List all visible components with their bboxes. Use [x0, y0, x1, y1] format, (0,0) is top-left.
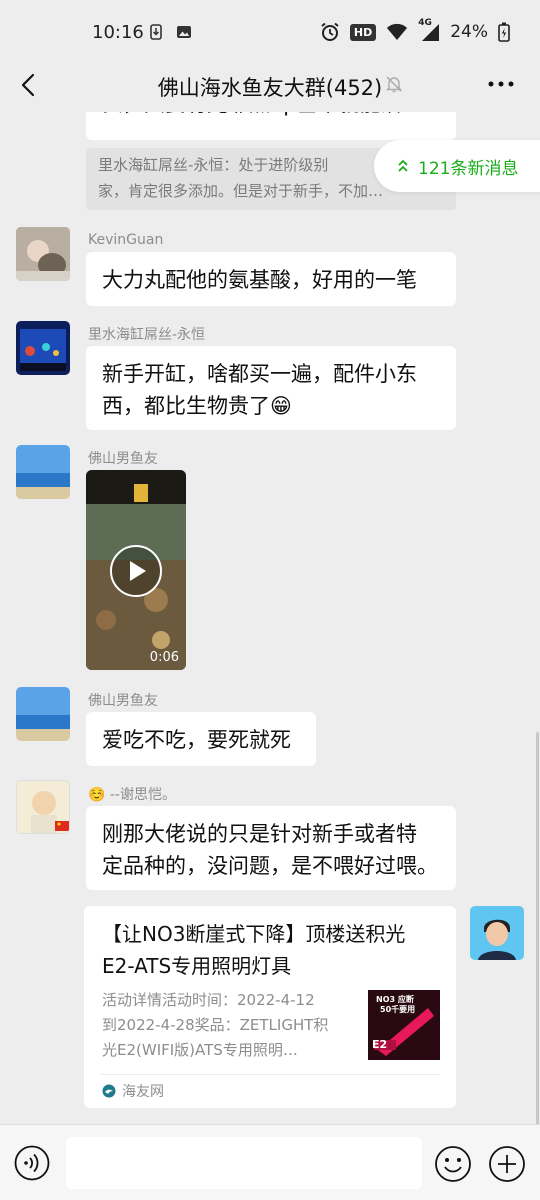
voice-icon[interactable] — [14, 1145, 50, 1181]
avatar-photo — [17, 781, 69, 833]
message-list[interactable]: 实，只要有光靠点hp基本就能活 里水海缸屌丝-永恒：处于进阶级别 家，肯定很多添… — [0, 112, 540, 1124]
avatar[interactable] — [16, 227, 70, 281]
thumb-text-3: E2 — [372, 1038, 388, 1051]
source-logo-icon — [102, 1084, 116, 1098]
new-messages-button[interactable]: 121条新消息 — [374, 140, 540, 192]
emoji-icon[interactable] — [434, 1145, 472, 1183]
more-icon[interactable] — [486, 74, 516, 94]
avatar[interactable] — [16, 445, 70, 499]
play-icon[interactable] — [109, 544, 163, 598]
avatar-self[interactable] — [470, 906, 524, 960]
status-right: HD 4G 24% — [320, 18, 510, 42]
sender-name: 佛山男鱼友 — [88, 451, 158, 467]
card-desc-line-1: 活动详情活动时间：2022-4-12 — [102, 991, 315, 1009]
plus-icon[interactable] — [488, 1145, 526, 1183]
avatar-photo — [16, 227, 70, 281]
new-messages-label: 121条新消息 — [418, 159, 519, 179]
avatar-photo — [16, 321, 70, 375]
card-description: 活动详情活动时间：2022-4-12 到2022-4-28奖品：ZETLIGHT… — [102, 988, 354, 1063]
sender-name: KevinGuan — [88, 232, 164, 248]
card-title-line-2: E2-ATS专用照明灯具 — [102, 954, 292, 978]
message-bubble[interactable]: 大力丸配他的氨基酸，好用的一笔 — [86, 252, 456, 306]
input-bar — [0, 1124, 540, 1200]
hd-badge: HD — [349, 23, 377, 41]
sender-name: 佛山男鱼友 — [88, 693, 158, 709]
mute-bell-icon — [385, 76, 403, 93]
avatar-photo — [470, 906, 524, 960]
alarm-icon — [321, 22, 339, 41]
signal-indicator: 4G — [418, 18, 440, 42]
message-text: 实，只要有光靠点hp基本就能活 — [102, 112, 402, 120]
chat-header: 佛山海水鱼友大群(452) — [0, 60, 540, 112]
notification-icons — [148, 24, 192, 40]
message-bubble[interactable]: 爱吃不吃，要死就死 — [86, 712, 316, 766]
double-chevron-up-icon — [398, 159, 408, 172]
avatar[interactable] — [16, 321, 70, 375]
signal-icon — [422, 24, 440, 41]
card-title-line-1: 【让NO3断崖式下降】顶楼送积光 — [102, 922, 406, 946]
message-text: 大力丸配他的氨基酸，好用的一笔 — [102, 268, 417, 292]
sender-name: 里水海缸屌丝-永恒 — [88, 327, 206, 343]
divider — [100, 1074, 440, 1075]
chat-title: 佛山海水鱼友大群(452) — [157, 76, 383, 100]
download-icon — [150, 24, 162, 40]
message-bubble[interactable]: 新手开缸，啥都买一遍，配件小东 西，都比生物贵了😁 — [86, 346, 456, 430]
message-text-line-1: 新手开缸，啥都买一遍，配件小东 — [102, 362, 417, 386]
status-time: 10:16 — [92, 22, 144, 43]
message-bubble-partial[interactable]: 实，只要有光靠点hp基本就能活 — [86, 112, 456, 140]
avatar[interactable] — [16, 780, 70, 834]
card-title: 【让NO3断崖式下降】顶楼送积光 E2-ATS专用照明灯具 — [102, 918, 442, 982]
avatar[interactable] — [16, 687, 70, 741]
battery-percent: 24% — [450, 22, 488, 42]
battery-icon — [498, 22, 510, 42]
video-message[interactable]: 0:06 — [86, 470, 186, 670]
scrollbar[interactable] — [536, 732, 539, 1124]
message-text-line-2: 西，都比生物贵了😁 — [102, 394, 292, 418]
card-thumbnail: NO3 应断 50千要用 E2 — [368, 990, 440, 1060]
message-text-line-1: 刚那大佬说的只是针对新手或者特 — [102, 822, 417, 846]
card-source: 海友网 — [122, 1084, 164, 1100]
link-card[interactable]: 【让NO3断崖式下降】顶楼送积光 E2-ATS专用照明灯具 活动详情活动时间：2… — [84, 906, 456, 1108]
avatar-photo — [16, 445, 70, 499]
avatar-photo — [16, 687, 70, 741]
wifi-icon — [387, 23, 408, 40]
video-duration: 0:06 — [149, 650, 179, 665]
image-icon — [177, 26, 191, 38]
card-desc-line-2: 到2022-4-28奖品：ZETLIGHT积 — [102, 1016, 329, 1034]
message-text-line-2: 定品种的，没问题，是不喂好过喂。 — [102, 854, 438, 878]
card-desc-line-3: 光E2(WIFI版)ATS专用照明… — [102, 1041, 298, 1059]
sender-name: ☺️ --谢思恺。 — [88, 787, 176, 803]
message-text: 爱吃不吃，要死就死 — [102, 728, 291, 752]
message-bubble[interactable]: 刚那大佬说的只是针对新手或者特 定品种的，没问题，是不喂好过喂。 — [86, 806, 456, 890]
status-bar: 10:16 HD 4G 24% — [0, 0, 540, 66]
message-input[interactable] — [66, 1137, 422, 1189]
thumb-text-2: 50千要用 — [380, 1005, 416, 1014]
